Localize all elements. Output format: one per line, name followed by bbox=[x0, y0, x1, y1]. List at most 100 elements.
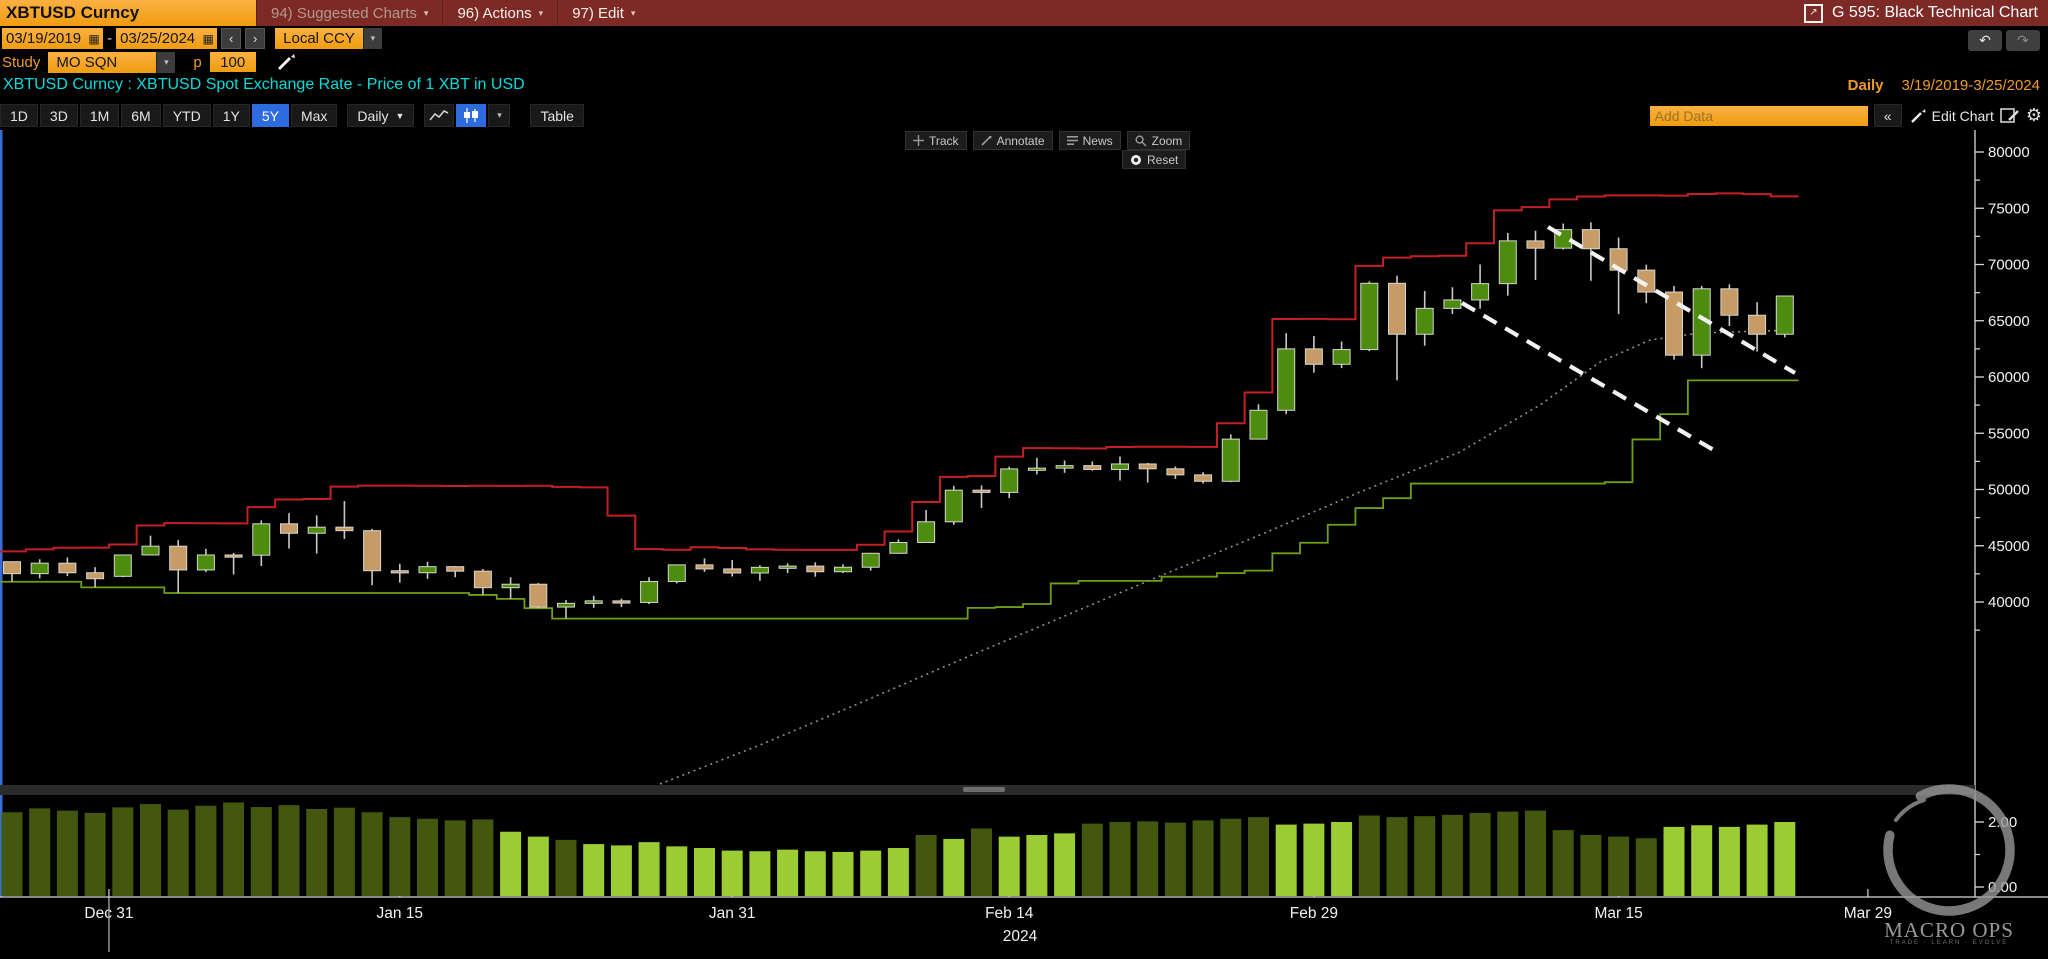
edit-label: 97) Edit bbox=[572, 4, 624, 22]
currency-value: Local CCY bbox=[275, 28, 363, 49]
undo-button[interactable]: ↶ bbox=[1968, 30, 2002, 51]
news-button[interactable]: News bbox=[1058, 131, 1121, 150]
svg-text:45000: 45000 bbox=[1988, 538, 2030, 555]
range-button-6m[interactable]: 6M bbox=[121, 104, 161, 127]
date-from-value: 03/19/2019 bbox=[6, 30, 82, 47]
chevron-down-icon: ▾ bbox=[423, 7, 429, 18]
svg-text:65000: 65000 bbox=[1988, 313, 2030, 330]
range-button-1y[interactable]: 1Y bbox=[212, 104, 250, 127]
range-button-ytd[interactable]: YTD bbox=[162, 104, 211, 127]
date-range-label: 3/19/2019-3/25/2024 bbox=[1901, 76, 2040, 94]
svg-text:Jan 31: Jan 31 bbox=[709, 905, 756, 922]
study-value: MO SQN bbox=[48, 51, 157, 73]
candlestick-icon bbox=[464, 108, 479, 123]
undo-redo-group: ↶ ↷ bbox=[1968, 30, 2040, 51]
candle-chart-type-button[interactable] bbox=[456, 104, 487, 127]
chevron-down-icon: ▼ bbox=[395, 110, 405, 121]
security-input[interactable]: XBTUSD Curncy bbox=[0, 0, 256, 26]
date-dash: - bbox=[107, 30, 113, 47]
suggested-charts-label: 94) Suggested Charts bbox=[271, 4, 417, 22]
range-button-3d[interactable]: 3D bbox=[39, 104, 78, 127]
chart-area[interactable]: 80000 75000 70000 65000 60000 55000 50000 45000… bbox=[0, 128, 2048, 954]
edit-chart-label: Edit Chart bbox=[1931, 107, 1994, 124]
periodicity-value: Daily bbox=[357, 107, 389, 124]
svg-text:70000: 70000 bbox=[1988, 257, 2030, 274]
study-row: Study MO SQN ▾ p 100 bbox=[2, 51, 296, 73]
svg-text:Feb 14: Feb 14 bbox=[985, 905, 1034, 922]
date-to-value: 03/25/2024 bbox=[120, 30, 196, 47]
line-chart-icon bbox=[429, 110, 449, 121]
svg-text:55000: 55000 bbox=[1988, 425, 2030, 442]
range-button-1d[interactable]: 1D bbox=[0, 104, 38, 127]
range-button-max[interactable]: Max bbox=[290, 104, 338, 127]
study-select[interactable]: MO SQN ▾ bbox=[48, 51, 176, 73]
range-button-5y[interactable]: 5Y bbox=[251, 104, 289, 127]
next-range-button[interactable]: › bbox=[245, 28, 266, 49]
redo-button[interactable]: ↷ bbox=[2006, 30, 2040, 51]
chart-link-label: G 595: Black Technical Chart bbox=[1831, 4, 2038, 21]
edit-menu[interactable]: 97) Edit ▾ bbox=[557, 0, 649, 26]
actions-label: 96) Actions bbox=[457, 4, 532, 22]
svg-text:75000: 75000 bbox=[1988, 200, 2030, 217]
chart-tools: Track Annotate News Zoom bbox=[905, 131, 1191, 150]
svg-text:2024: 2024 bbox=[1003, 928, 1038, 945]
periodicity-select[interactable]: Daily ▼ bbox=[347, 104, 415, 127]
track-crosshair-icon bbox=[913, 135, 924, 146]
date-range-row: 03/19/2019 ▦ - 03/25/2024 ▦ ‹ › Local CC… bbox=[2, 28, 382, 49]
line-chart-type-button[interactable] bbox=[424, 104, 455, 127]
svg-text:2.00: 2.00 bbox=[1988, 814, 2017, 831]
lower-band-line bbox=[0, 379, 1799, 620]
chevron-down-icon: ▾ bbox=[362, 28, 382, 49]
svg-text:40000: 40000 bbox=[1988, 594, 2030, 611]
news-icon bbox=[1066, 136, 1078, 145]
svg-text:Jan 15: Jan 15 bbox=[377, 905, 424, 922]
date-to-field[interactable]: 03/25/2024 ▦ bbox=[116, 28, 218, 49]
currency-select[interactable]: Local CCY ▾ bbox=[275, 28, 382, 49]
add-data-input[interactable] bbox=[1649, 105, 1868, 126]
param-input[interactable]: 100 bbox=[209, 52, 256, 72]
chevron-down-icon: ▾ bbox=[497, 110, 502, 120]
calendar-icon[interactable]: ▦ bbox=[85, 28, 103, 49]
suggested-charts-menu[interactable]: 94) Suggested Charts ▾ bbox=[256, 0, 442, 26]
prev-range-button[interactable]: ‹ bbox=[221, 28, 242, 49]
chart-link[interactable]: ↗ G 595: Black Technical Chart bbox=[1803, 0, 2048, 26]
track-button[interactable]: Track bbox=[905, 131, 967, 150]
range-button-1m[interactable]: 1M bbox=[79, 104, 120, 127]
svg-text:50000: 50000 bbox=[1988, 482, 2030, 499]
security-value: XBTUSD Curncy bbox=[6, 3, 140, 22]
collapse-panel-button[interactable]: « bbox=[1873, 104, 1902, 127]
zoom-button[interactable]: Zoom bbox=[1126, 131, 1191, 150]
reset-label: Reset bbox=[1147, 152, 1179, 167]
calendar-icon[interactable]: ▦ bbox=[199, 28, 217, 49]
svg-text:Feb 29: Feb 29 bbox=[1290, 905, 1338, 922]
candles-layer bbox=[3, 222, 1794, 619]
top-menu-bar: XBTUSD Curncy 94) Suggested Charts ▾ 96)… bbox=[0, 0, 2048, 26]
edit-chart-button[interactable]: Edit Chart bbox=[1910, 108, 1994, 124]
actions-menu[interactable]: 96) Actions ▾ bbox=[442, 0, 557, 26]
frequency-info: Daily 3/19/2019-3/25/2024 bbox=[1848, 74, 2040, 96]
external-link-icon: ↗ bbox=[1803, 3, 1823, 23]
table-button[interactable]: Table bbox=[530, 104, 584, 127]
reset-button[interactable]: Reset bbox=[1122, 150, 1187, 169]
reset-target-icon bbox=[1131, 154, 1141, 165]
frequency-label: Daily bbox=[1847, 76, 1884, 94]
svg-text:60000: 60000 bbox=[1988, 369, 2030, 386]
sqn-histogram-layer bbox=[1, 802, 1796, 896]
draw-pencil-icon[interactable] bbox=[276, 52, 296, 72]
annotate-button[interactable]: Annotate bbox=[972, 131, 1053, 150]
price-chart-svg[interactable]: 80000 75000 70000 65000 60000 55000 50000 45000… bbox=[0, 128, 2048, 954]
chart-title-text: XBTUSD Curncy : XBTUSD Spot Exchange Rat… bbox=[3, 76, 525, 93]
annotate-label: Annotate bbox=[996, 133, 1045, 148]
svg-text:0.00: 0.00 bbox=[1988, 879, 2017, 896]
svg-text:80000: 80000 bbox=[1988, 144, 2030, 161]
chart-title: XBTUSD Curncy : XBTUSD Spot Exchange Rat… bbox=[3, 74, 525, 96]
date-from-field[interactable]: 03/19/2019 ▦ bbox=[2, 28, 104, 49]
chart-settings-icon[interactable] bbox=[2000, 107, 2020, 124]
chevron-down-icon: ▾ bbox=[630, 7, 636, 18]
chart-toolbar: 1D 3D 1M 6M YTD 1Y 5Y Max Daily ▼ ▾ Tabl… bbox=[0, 103, 2048, 128]
news-label: News bbox=[1082, 133, 1113, 148]
chart-type-dropdown[interactable]: ▾ bbox=[488, 104, 511, 127]
track-label: Track bbox=[929, 133, 959, 148]
study-label: Study bbox=[2, 53, 41, 71]
gear-icon[interactable]: ⚙ bbox=[2026, 105, 2042, 126]
